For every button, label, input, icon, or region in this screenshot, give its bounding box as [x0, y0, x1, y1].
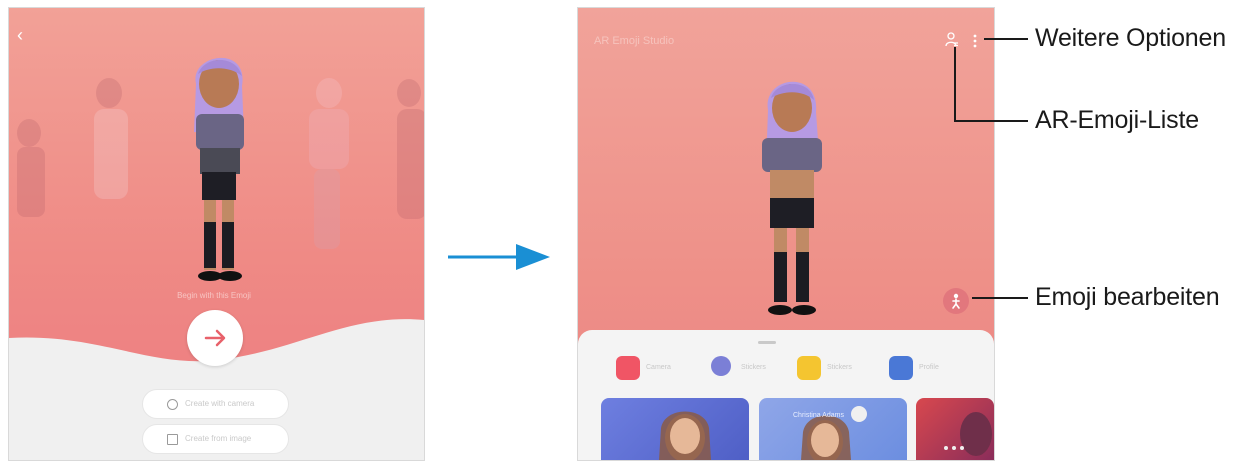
arrow-right-icon [204, 329, 226, 347]
callout-line [954, 47, 956, 122]
bottom-panel: Camera Stickers Stickers Profile Christi… [578, 330, 994, 460]
option-label: Create with camera [185, 399, 255, 408]
drag-handle[interactable] [758, 341, 776, 344]
studio-icon [711, 356, 731, 376]
callout-line [972, 297, 1028, 299]
person-edit-icon [952, 293, 960, 309]
face-icon [167, 399, 178, 410]
category-label: Profile [919, 364, 939, 371]
edit-emoji-button[interactable] [943, 288, 969, 314]
callout-emoji-list: AR-Emoji-Liste [1035, 106, 1199, 134]
camera-icon [616, 356, 640, 380]
avatar-thumbnail [801, 406, 867, 460]
create-with-camera-button[interactable]: Create with camera [142, 389, 289, 419]
avatar-figure [194, 57, 244, 281]
option-label: Create from image [185, 434, 252, 443]
page-title: AR Emoji Studio [594, 35, 675, 47]
emoji-card[interactable] [916, 398, 994, 460]
emoji-studio-screen: AR Emoji Studio Camera Stickers Stickers… [577, 7, 995, 461]
emoji-card[interactable] [601, 398, 749, 460]
image-icon [167, 434, 178, 445]
more-options-icon[interactable] [971, 33, 979, 49]
avatar-figure [762, 81, 822, 315]
profile-icon [889, 356, 913, 380]
emoji-list-icon[interactable] [945, 32, 959, 48]
avatar-caption: Begin with this Emoji [177, 291, 251, 300]
callout-edit-emoji: Emoji bearbeiten [1035, 283, 1220, 311]
emoji-create-screen: ‹ Begin with this Emoji Create with came… [8, 7, 425, 461]
flow-arrow-icon [448, 244, 550, 270]
back-icon: ‹ [17, 25, 23, 45]
sticker-icon [797, 356, 821, 380]
next-button[interactable] [187, 310, 243, 366]
category-label: Stickers [741, 364, 766, 371]
category-label: Camera [646, 364, 671, 371]
category-label: Stickers [827, 364, 852, 371]
callout-line [954, 120, 1028, 122]
callout-line [984, 38, 1028, 40]
create-from-image-button[interactable]: Create from image [142, 424, 289, 454]
avatar-thumbnail [944, 412, 992, 456]
back-button[interactable]: ‹ [17, 26, 31, 44]
emoji-card[interactable]: Christina Adams [759, 398, 907, 460]
card-caption: Christina Adams [793, 412, 844, 419]
avatar-thumbnail [659, 411, 711, 460]
callout-more-options: Weitere Optionen [1035, 24, 1226, 52]
